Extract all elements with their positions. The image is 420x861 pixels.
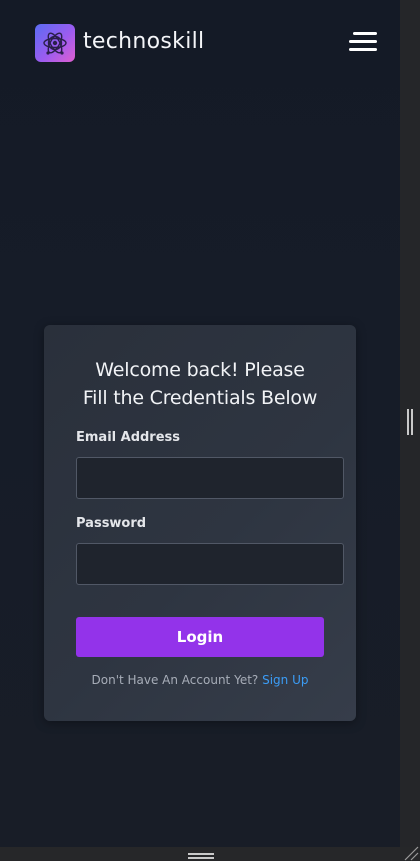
email-label: Email Address bbox=[76, 430, 181, 445]
logo[interactable] bbox=[35, 24, 75, 62]
login-title: Welcome back! Please Fill the Credential… bbox=[44, 356, 356, 412]
horizontal-grip-icon[interactable] bbox=[188, 853, 214, 859]
hamburger-menu-icon[interactable] bbox=[347, 32, 377, 54]
horizontal-resize-bar[interactable] bbox=[0, 847, 420, 861]
login-button[interactable]: Login bbox=[76, 617, 324, 657]
vertical-grip-icon[interactable] bbox=[407, 409, 413, 435]
login-card: Welcome back! Please Fill the Credential… bbox=[44, 325, 356, 721]
login-title-line2: Fill the Credentials Below bbox=[82, 387, 318, 409]
login-title-line1: Welcome back! Please bbox=[95, 359, 305, 381]
password-label: Password bbox=[76, 516, 147, 531]
page-viewport: technoskill Welcome back! Please Fill th… bbox=[0, 0, 400, 847]
atom-icon bbox=[43, 32, 67, 55]
password-field[interactable] bbox=[76, 543, 344, 585]
brand-name[interactable]: technoskill bbox=[83, 29, 204, 54]
site-header: technoskill bbox=[35, 24, 377, 62]
signup-prompt: Don't Have An Account Yet? bbox=[91, 673, 259, 687]
email-field[interactable] bbox=[76, 457, 344, 499]
vertical-resize-bar[interactable] bbox=[400, 0, 420, 847]
signup-link[interactable]: Sign Up bbox=[262, 673, 308, 687]
signup-prompt-line: Don't Have An Account Yet? Sign Up bbox=[44, 673, 356, 687]
resize-corner-icon[interactable] bbox=[403, 845, 419, 861]
